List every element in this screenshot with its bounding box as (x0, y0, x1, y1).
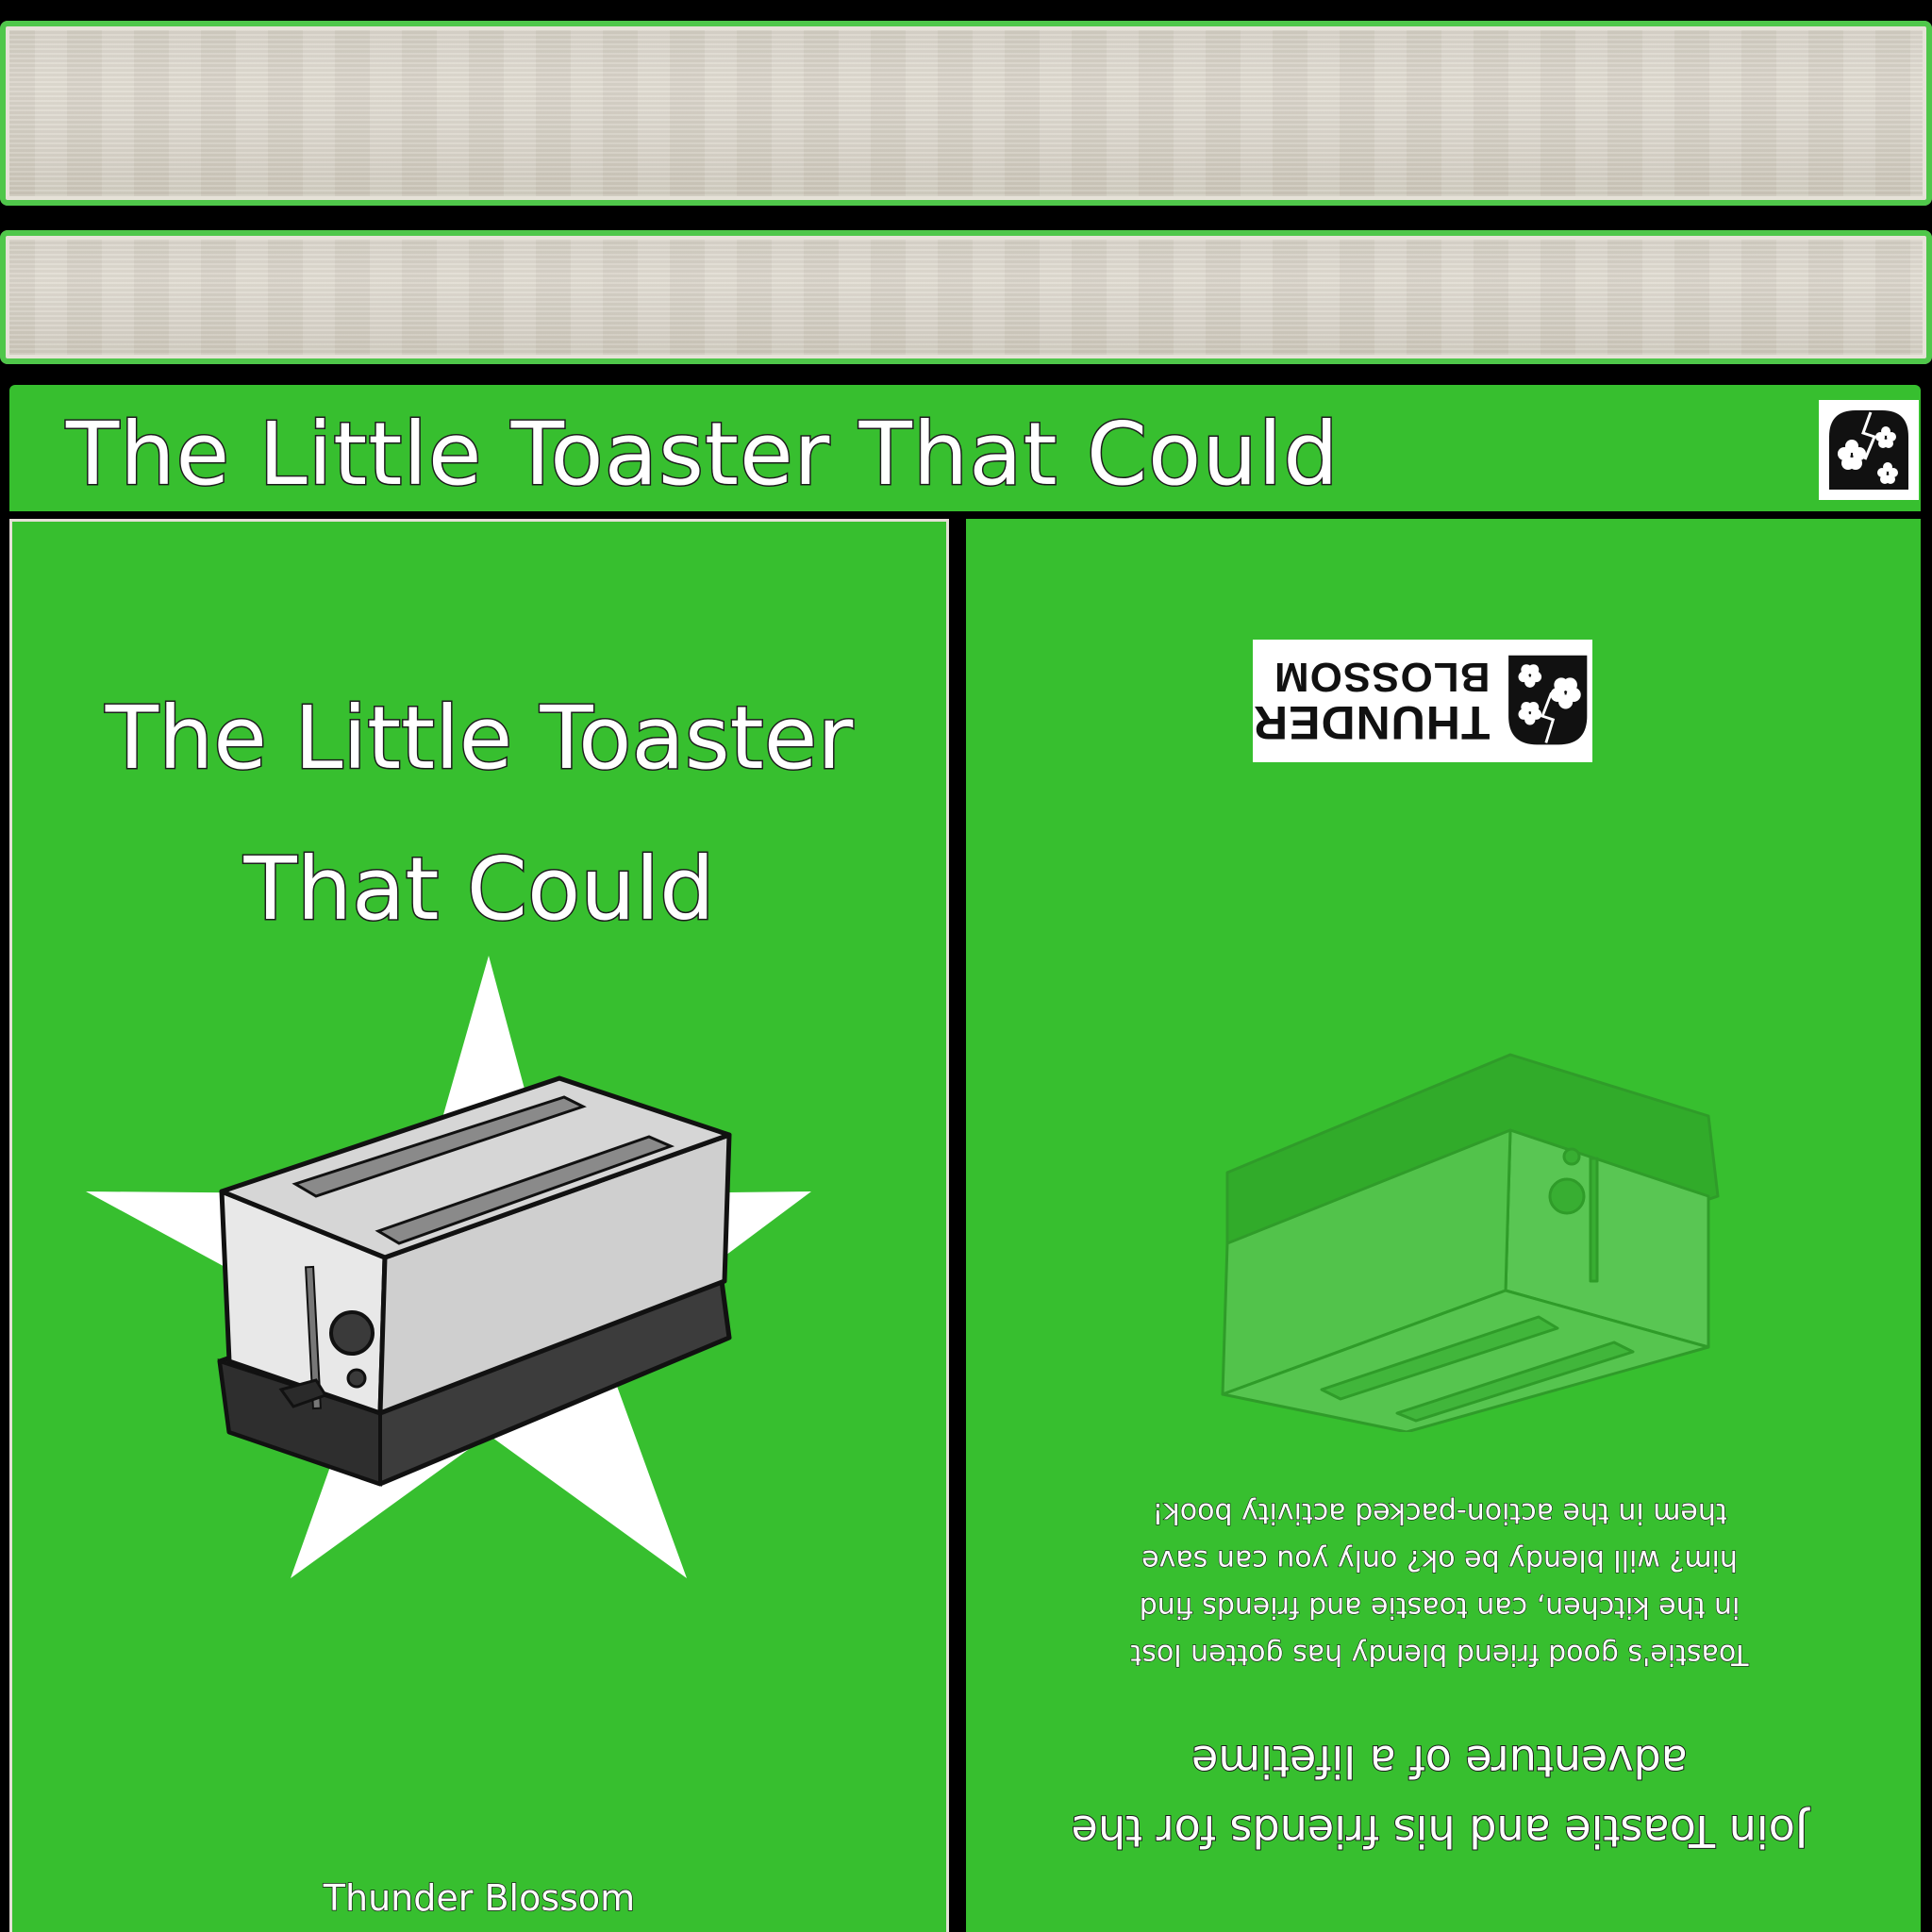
blurb-headline: Join Toastie and his friends for the adv… (1015, 1726, 1864, 1866)
blurb-body-line: him? will blendy be ok? only you can sav… (1141, 1542, 1738, 1576)
faded-toaster-illustration (1221, 1053, 1720, 1432)
thunder-blossom-mark-icon (1829, 410, 1908, 490)
blurb-headline-line-1: Join Toastie and his friends for the (1071, 1805, 1809, 1857)
front-title-line-1: The Little Toaster (104, 687, 854, 791)
back-cover-rotated-content: Join Toastie and his friends for the adv… (966, 519, 1921, 1932)
front-title-line-2: That Could (242, 838, 716, 941)
spine-title: The Little Toaster That Could (65, 403, 1341, 507)
blurb-body-line: in the kitchen, can toastie and friends … (1139, 1590, 1740, 1624)
blurb-body-line: Toastie's good friend blendy has gotten … (1130, 1637, 1749, 1671)
blurb-body: Toastie's good friend blendy has gotten … (1015, 1489, 1864, 1677)
page-edge-bottom (0, 230, 1932, 364)
publisher-logo: THUNDER BLOSSOM (1253, 640, 1592, 762)
book-spine: The Little Toaster That Could (9, 385, 1921, 511)
spine-logo (1819, 400, 1919, 500)
front-cover: The Little Toaster That Could Thunder Bl… (9, 519, 949, 1932)
toaster-illustration (86, 956, 811, 1578)
publisher-wordmark-line-1: THUNDER (1253, 696, 1491, 749)
publisher-wordmark-line-2: BLOSSOM (1273, 654, 1491, 700)
back-blurb: Join Toastie and his friends for the adv… (1015, 1489, 1864, 1866)
publisher-wordmark: THUNDER BLOSSOM (1253, 654, 1491, 749)
thunder-blossom-mark-icon (1508, 655, 1588, 745)
blurb-body-line: them in the action-packed activity book! (1152, 1495, 1728, 1529)
toaster-icon (217, 1075, 732, 1487)
book-texture-sheet: The Little Toaster That Could The Little… (0, 0, 1932, 1932)
blurb-headline-line-2: adventure of a lifetime (1191, 1735, 1689, 1788)
page-edge-top (0, 21, 1932, 206)
front-title: The Little Toaster That Could (12, 663, 946, 965)
back-cover: Join Toastie and his friends for the adv… (966, 519, 1921, 1932)
front-author: Thunder Blossom (323, 1876, 636, 1920)
